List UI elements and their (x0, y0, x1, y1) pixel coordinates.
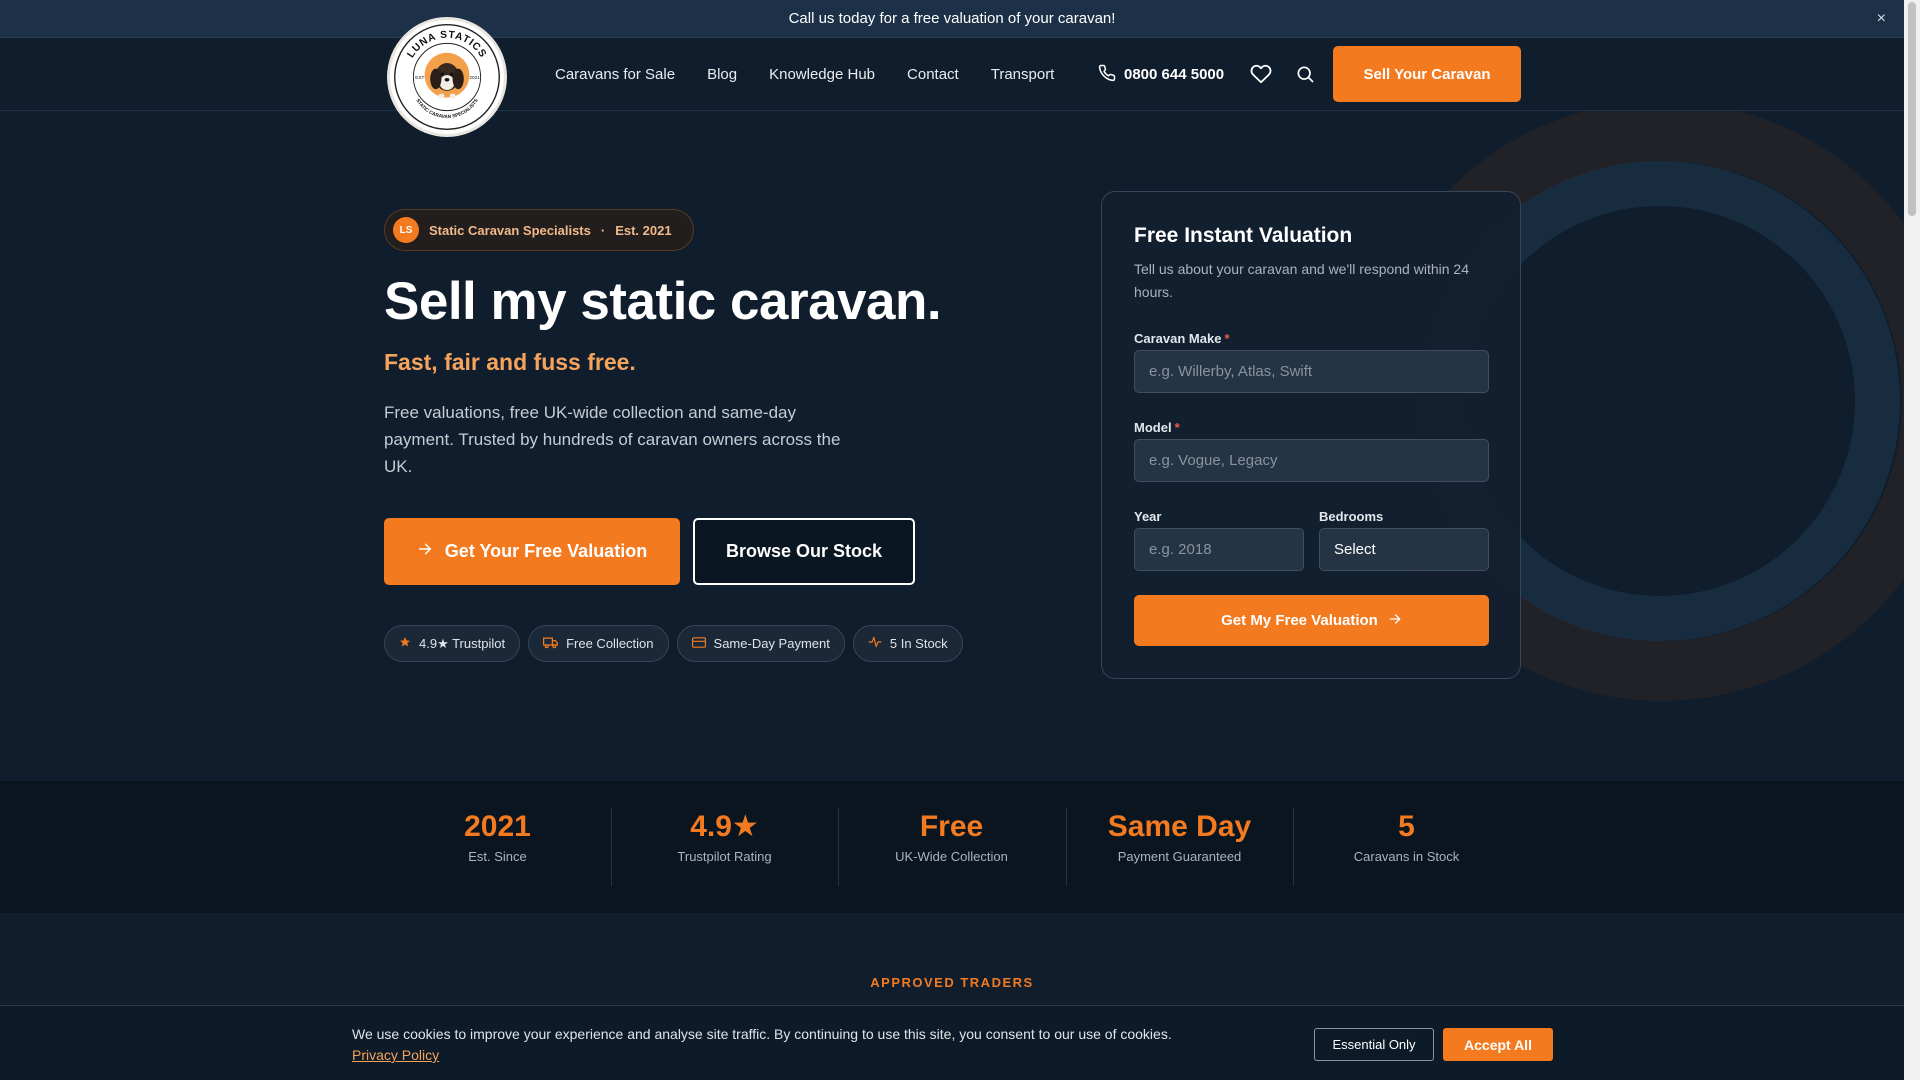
stat-label: Caravans in Stock (1353, 849, 1460, 864)
bedrooms-label: Bedrooms (1319, 509, 1384, 524)
form-title: Free Instant Valuation (1134, 224, 1353, 247)
get-my-free-valuation-button[interactable]: Get My Free Valuation (1134, 595, 1489, 646)
stat-label: Payment Guaranteed (1117, 849, 1242, 864)
stat-in-stock: 5 Caravans in Stock (1293, 809, 1520, 885)
badge-text: Static Caravan Specialists (429, 222, 591, 238)
chip-trustpilot: 4.9★ Trustpilot (384, 625, 521, 662)
arrow-right-icon (1388, 612, 1402, 630)
stat-value: Free (919, 810, 984, 843)
announcement-bar: Call us today for a free valuation of yo… (0, 0, 1904, 38)
caravan-make-label: Caravan Make * (1134, 331, 1230, 346)
nav-item-knowledge-hub[interactable]: Knowledge Hub (769, 66, 875, 83)
phone-link[interactable]: 0800 644 5000 (1098, 38, 1224, 111)
close-icon[interactable]: × (1877, 10, 1886, 28)
model-label-text: Model (1134, 420, 1172, 435)
privacy-policy-link[interactable]: Privacy Policy (352, 1047, 439, 1063)
stat-value: Same Day (1107, 810, 1252, 843)
chip-label: Free Collection (566, 636, 654, 651)
badge-separator: · (600, 222, 606, 238)
pulse-icon (868, 635, 882, 652)
cookie-message: We use cookies to improve your experienc… (352, 1024, 1172, 1066)
phone-number: 0800 644 5000 (1124, 66, 1225, 83)
accept-all-button[interactable]: Accept All (1443, 1028, 1553, 1061)
stat-label: UK-Wide Collection (895, 849, 1008, 864)
valuation-form-card: Free Instant Valuation Tell us about you… (1101, 191, 1521, 679)
logo-est: EST (415, 75, 424, 80)
bedrooms-select[interactable]: Select (1319, 528, 1489, 571)
form-description: Tell us about your caravan and we'll res… (1134, 261, 1469, 300)
trust-chips: 4.9★ Trustpilot Free Collection Same-Day… (384, 625, 963, 662)
card-icon (691, 636, 706, 651)
phone-icon (1098, 64, 1116, 86)
chip-label: 4.9★ Trustpilot (419, 635, 506, 651)
star-icon (399, 636, 411, 651)
stat-value: 5 (1398, 810, 1415, 843)
nav-item-caravans-for-sale[interactable]: Caravans for Sale (555, 66, 675, 83)
approved-traders-heading: APPROVED TRADERS (870, 975, 1034, 990)
main-nav: Caravans for Sale Blog Knowledge Hub Con… (555, 38, 1054, 111)
page-title: Sell my static caravan. (384, 272, 942, 331)
hero-description: Free valuations, free UK-wide collection… (384, 403, 841, 476)
search-icon[interactable] (1293, 62, 1317, 86)
submit-label: Get My Free Valuation (1221, 612, 1378, 629)
truck-icon (543, 636, 559, 652)
nav-item-transport[interactable]: Transport (991, 66, 1055, 83)
year-label: Year (1134, 509, 1162, 524)
nav-item-blog[interactable]: Blog (707, 66, 737, 83)
stat-label: Est. Since (468, 849, 527, 864)
required-marker: * (1174, 420, 1180, 435)
chip-label: Same-Day Payment (713, 636, 830, 651)
sell-your-caravan-button[interactable]: Sell Your Caravan (1333, 46, 1521, 102)
caravan-make-label-text: Caravan Make (1134, 331, 1222, 346)
chip-free-collection: Free Collection (528, 625, 669, 662)
chip-label: 5 In Stock (889, 636, 948, 651)
year-input[interactable] (1134, 528, 1304, 571)
stat-trustpilot: 4.9★ Trustpilot Rating (611, 809, 838, 885)
cookie-text: We use cookies to improve your experienc… (352, 1026, 1172, 1042)
hero-subtitle: Fast, fair and fuss free. (384, 349, 636, 375)
stat-value: 4.9★ (690, 810, 759, 843)
arrow-right-icon (417, 541, 433, 562)
stat-value: 2021 (464, 810, 531, 843)
logo-year: 2021 (469, 75, 480, 80)
required-marker: * (1224, 331, 1230, 346)
logo-emblem: LUNA STATICS STATIC CARAVAN SPECIALISTS … (394, 24, 500, 130)
nav-item-contact[interactable]: Contact (907, 66, 959, 83)
stat-label: Trustpilot Rating (677, 849, 772, 864)
cookie-banner: We use cookies to improve your experienc… (0, 1005, 1904, 1080)
badge-initials: LS (393, 217, 419, 243)
stat-established: 2021 Est. Since (384, 809, 611, 885)
essential-only-button[interactable]: Essential Only (1314, 1028, 1434, 1061)
stat-collection: Free UK-Wide Collection (838, 809, 1065, 885)
get-free-valuation-label: Get Your Free Valuation (444, 541, 648, 561)
site-header: Caravans for Sale Blog Knowledge Hub Con… (0, 38, 1904, 111)
chip-in-stock: 5 In Stock (852, 625, 963, 662)
stats-band: 2021 Est. Since 4.9★ Trustpilot Rating F… (0, 781, 1904, 913)
model-label: Model * (1134, 420, 1180, 435)
badge-est: Est. 2021 (615, 222, 672, 238)
scrollbar[interactable] (1904, 0, 1920, 1080)
scrollbar-thumb[interactable] (1908, 2, 1916, 216)
get-free-valuation-button[interactable]: Get Your Free Valuation (384, 518, 680, 585)
chip-same-day-payment: Same-Day Payment (676, 625, 845, 662)
browse-stock-button[interactable]: Browse Our Stock (693, 518, 915, 585)
hero-section: LS Static Caravan Specialists · Est. 202… (0, 111, 1904, 781)
caravan-make-input[interactable] (1134, 350, 1489, 393)
heart-icon[interactable] (1249, 62, 1273, 86)
specialists-badge: LS Static Caravan Specialists · Est. 202… (384, 209, 694, 251)
logo[interactable]: LUNA STATICS STATIC CARAVAN SPECIALISTS … (387, 17, 507, 137)
stat-payment: Same Day Payment Guaranteed (1066, 809, 1293, 885)
page: Call us today for a free valuation of yo… (0, 0, 1920, 1080)
announcement-text: Call us today for a free valuation of yo… (788, 10, 1116, 27)
model-input[interactable] (1134, 439, 1489, 482)
